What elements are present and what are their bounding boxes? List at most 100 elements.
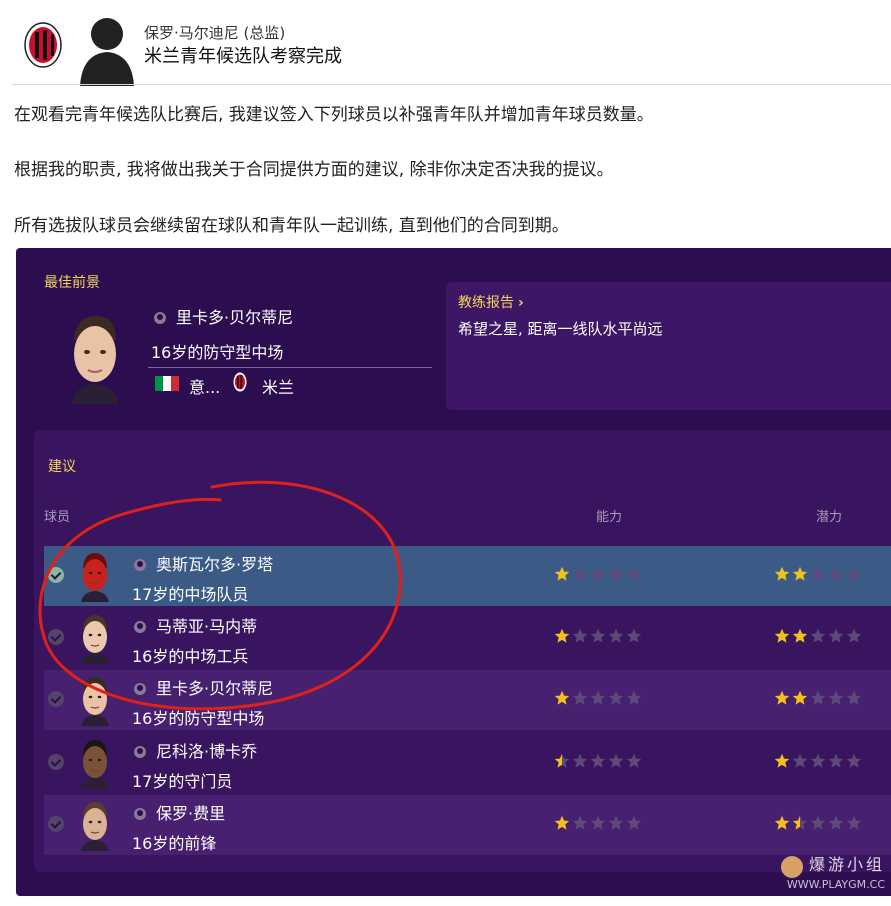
- column-header-player[interactable]: 球员: [44, 506, 70, 525]
- star-icon: [554, 753, 570, 768]
- recommendations-label: 建议: [48, 459, 76, 475]
- ability-stars: [554, 566, 642, 582]
- player-row[interactable]: 奥斯瓦尔多·罗塔 17岁的中场队员: [44, 546, 891, 606]
- best-prospect-name[interactable]: 里卡多·贝尔蒂尼: [154, 304, 293, 328]
- star-icon: [846, 566, 862, 581]
- player-row[interactable]: 保罗·费里 16岁的前锋: [44, 795, 891, 855]
- star-icon: [846, 815, 862, 830]
- column-header-ability[interactable]: 能力: [596, 506, 622, 525]
- player-description: 16岁的前锋: [132, 834, 217, 853]
- player-name[interactable]: 保罗·费里: [134, 800, 225, 824]
- star-icon: [590, 690, 606, 705]
- star-icon: [828, 566, 844, 581]
- star-icon: [774, 566, 790, 581]
- star-icon: [572, 628, 588, 643]
- coach-report-text: 希望之星, 距离一线队水平尚远: [458, 320, 663, 338]
- player-face-icon[interactable]: [78, 674, 112, 726]
- player-row[interactable]: 尼科洛·博卡乔 17岁的守门员: [44, 733, 891, 793]
- star-icon: [792, 753, 808, 768]
- player-name[interactable]: 奥斯瓦尔多·罗塔: [134, 551, 273, 575]
- star-icon: [846, 753, 862, 768]
- player-face-icon[interactable]: [78, 612, 112, 664]
- player-profile-icon: [134, 559, 146, 571]
- select-checkbox[interactable]: [48, 754, 64, 770]
- player-name[interactable]: 里卡多·贝尔蒂尼: [134, 675, 273, 699]
- star-icon: [554, 628, 570, 643]
- star-icon: [626, 815, 642, 830]
- message-subject: 米兰青年候选队考察完成: [144, 46, 342, 67]
- select-checkbox[interactable]: [48, 691, 64, 707]
- divider: [148, 367, 432, 368]
- player-row[interactable]: 里卡多·贝尔蒂尼 16岁的防守型中场: [44, 670, 891, 730]
- message-header: 保罗·马尔迪尼 (总监) 米兰青年候选队考察完成: [0, 0, 891, 86]
- potential-stars: [774, 753, 862, 769]
- star-icon: [608, 815, 624, 830]
- divider: [12, 84, 891, 85]
- player-name[interactable]: 马蒂亚·马内蒂: [134, 613, 257, 637]
- select-checkbox[interactable]: [48, 567, 64, 583]
- star-icon: [792, 690, 808, 705]
- best-prospect-description: 16岁的防守型中场: [151, 343, 284, 362]
- star-icon: [792, 566, 808, 581]
- star-icon: [792, 815, 808, 830]
- star-icon: [590, 628, 606, 643]
- star-icon: [774, 815, 790, 830]
- body-paragraph-2: 根据我的职责, 我将做出我关于合同提供方面的建议, 除非你决定否决我的提议。: [14, 160, 614, 180]
- club-name-label[interactable]: 米兰: [262, 374, 294, 398]
- star-icon: [774, 628, 790, 643]
- potential-stars: [774, 628, 862, 644]
- player-face-icon[interactable]: [78, 799, 112, 851]
- player-profile-icon: [134, 808, 146, 820]
- watermark-logo-icon: [780, 856, 803, 878]
- star-icon: [590, 753, 606, 768]
- star-icon: [608, 753, 624, 768]
- body-paragraph-3: 所有选拔队球员会继续留在球队和青年队一起训练, 直到他们的合同到期。: [14, 216, 569, 236]
- star-icon: [626, 566, 642, 581]
- nationality-label[interactable]: 意...: [189, 374, 220, 398]
- player-row[interactable]: 马蒂亚·马内蒂 16岁的中场工兵: [44, 608, 891, 668]
- player-face-icon[interactable]: [66, 310, 124, 404]
- star-icon: [572, 566, 588, 581]
- star-icon: [774, 690, 790, 705]
- star-icon: [554, 690, 570, 705]
- star-icon: [846, 690, 862, 705]
- potential-stars: [774, 566, 862, 582]
- star-icon: [810, 690, 826, 705]
- player-profile-icon: [134, 683, 146, 695]
- select-checkbox[interactable]: [48, 816, 64, 832]
- potential-stars: [774, 815, 862, 831]
- recommendations-table: 建议 球员 能力 潜力 奥斯瓦尔多·罗塔 17岁的中场队员马蒂亚·马内蒂 16岁的中…: [34, 430, 891, 872]
- star-icon: [572, 753, 588, 768]
- player-profile-icon: [154, 312, 166, 324]
- star-icon: [626, 690, 642, 705]
- sender-avatar-silhouette: [80, 18, 134, 86]
- star-icon: [828, 628, 844, 643]
- ability-stars: [554, 815, 642, 831]
- star-icon: [846, 628, 862, 643]
- star-icon: [572, 815, 588, 830]
- player-profile-icon: [134, 746, 146, 758]
- star-icon: [554, 566, 570, 581]
- column-header-potential[interactable]: 潜力: [816, 506, 842, 525]
- ability-stars: [554, 628, 642, 644]
- coach-report-link[interactable]: 教练报告 ›: [458, 292, 524, 312]
- star-icon: [590, 566, 606, 581]
- sender-name: 保罗·马尔迪尼 (总监): [144, 24, 286, 42]
- ac-milan-logo-icon: [233, 372, 247, 392]
- potential-stars: [774, 690, 862, 706]
- player-face-icon[interactable]: [78, 737, 112, 789]
- player-face-icon[interactable]: [78, 550, 112, 602]
- star-icon: [608, 566, 624, 581]
- star-icon: [572, 690, 588, 705]
- player-name[interactable]: 尼科洛·博卡乔: [134, 738, 257, 762]
- watermark: 爆游小组 WWW.PLAYGM.CC: [780, 856, 885, 892]
- star-icon: [828, 753, 844, 768]
- player-description: 16岁的中场工兵: [132, 647, 249, 666]
- ability-stars: [554, 690, 642, 706]
- star-icon: [626, 753, 642, 768]
- player-profile-icon: [134, 621, 146, 633]
- player-description: 17岁的中场队员: [132, 585, 249, 604]
- ac-milan-logo-icon: [24, 22, 62, 68]
- star-icon: [774, 753, 790, 768]
- select-checkbox[interactable]: [48, 629, 64, 645]
